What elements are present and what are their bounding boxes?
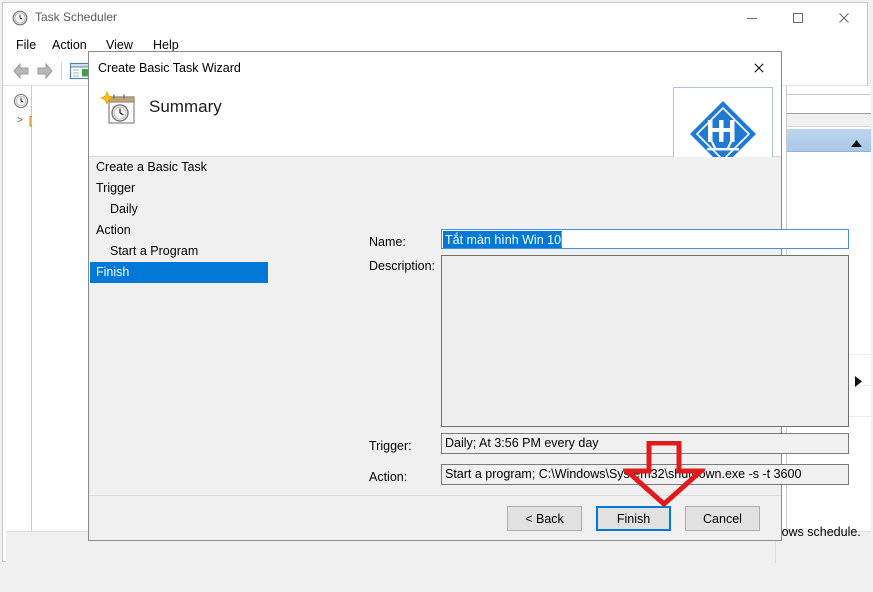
name-input[interactable]: Tắt màn hình Win 10 xyxy=(441,229,849,249)
minimize-button[interactable] xyxy=(729,3,775,33)
wizard-summary-form: Name: Tắt màn hình Win 10 Description: T… xyxy=(269,157,783,497)
nav-step-start-a-program[interactable]: Start a Program xyxy=(90,241,268,262)
nav-step-daily[interactable]: Daily xyxy=(90,199,268,220)
chevron-right-icon[interactable]: > xyxy=(17,115,23,126)
description-textarea[interactable] xyxy=(441,255,849,427)
title-bar: Task Scheduler xyxy=(3,3,867,33)
nav-step-finish[interactable]: Finish xyxy=(90,262,268,283)
wizard-close-button[interactable] xyxy=(737,52,781,83)
chevron-right-icon[interactable] xyxy=(855,376,862,390)
finish-button[interactable]: Finish xyxy=(596,506,671,531)
trigger-value-field: Daily; At 3:56 PM every day xyxy=(441,433,849,454)
actions-pane-section-header[interactable] xyxy=(787,129,871,152)
wizard-header: Summary HOÀNG HÀ PC xyxy=(89,84,781,157)
window-title: Task Scheduler xyxy=(35,10,117,24)
wizard-body: Create a Basic Task Trigger Daily Action… xyxy=(89,157,781,497)
forward-arrow-icon[interactable] xyxy=(35,62,55,83)
wizard-footer: < Back Finish Cancel xyxy=(89,495,781,540)
clock-icon xyxy=(12,10,28,26)
wizard-title-bar: Create Basic Task Wizard xyxy=(89,52,781,84)
nav-step-create-a-basic-task[interactable]: Create a Basic Task xyxy=(90,157,268,178)
maximize-button[interactable] xyxy=(775,3,821,33)
create-basic-task-wizard-dialog: Create Basic Task Wizard Summary xyxy=(88,51,782,541)
nav-step-action[interactable]: Action xyxy=(90,220,268,241)
nav-step-trigger[interactable]: Trigger xyxy=(90,178,268,199)
back-arrow-icon[interactable] xyxy=(11,62,31,83)
close-button[interactable] xyxy=(821,3,867,33)
wizard-heading: Summary xyxy=(149,97,222,117)
action-label: Action: xyxy=(369,470,407,484)
maximize-icon xyxy=(792,12,804,24)
clock-icon xyxy=(13,93,29,109)
text-caret xyxy=(561,232,562,247)
close-icon xyxy=(838,12,850,24)
menu-item-action[interactable]: Action xyxy=(47,37,92,53)
cancel-button[interactable]: Cancel xyxy=(685,506,760,531)
actions-pane-band xyxy=(787,113,871,127)
action-value-field: Start a program; C:\Windows\System32\shu… xyxy=(441,464,849,485)
name-input-value: Tắt màn hình Win 10 xyxy=(443,231,562,249)
back-button[interactable]: < Back xyxy=(507,506,582,531)
name-label: Name: xyxy=(369,235,406,249)
wizard-title: Create Basic Task Wizard xyxy=(98,61,241,75)
description-label: Description: xyxy=(369,259,435,273)
console-tree-panel xyxy=(6,86,32,531)
new-task-calendar-clock-icon xyxy=(100,90,140,130)
toolbar-separator xyxy=(61,62,62,80)
close-icon xyxy=(753,62,765,74)
chevron-up-icon[interactable] xyxy=(851,136,862,150)
menu-item-file[interactable]: File xyxy=(11,37,41,53)
actions-pane-divider xyxy=(787,94,871,95)
trigger-label: Trigger: xyxy=(369,439,412,453)
minimize-icon xyxy=(746,12,758,24)
wizard-step-nav: Create a Basic Task Trigger Daily Action… xyxy=(90,157,268,497)
